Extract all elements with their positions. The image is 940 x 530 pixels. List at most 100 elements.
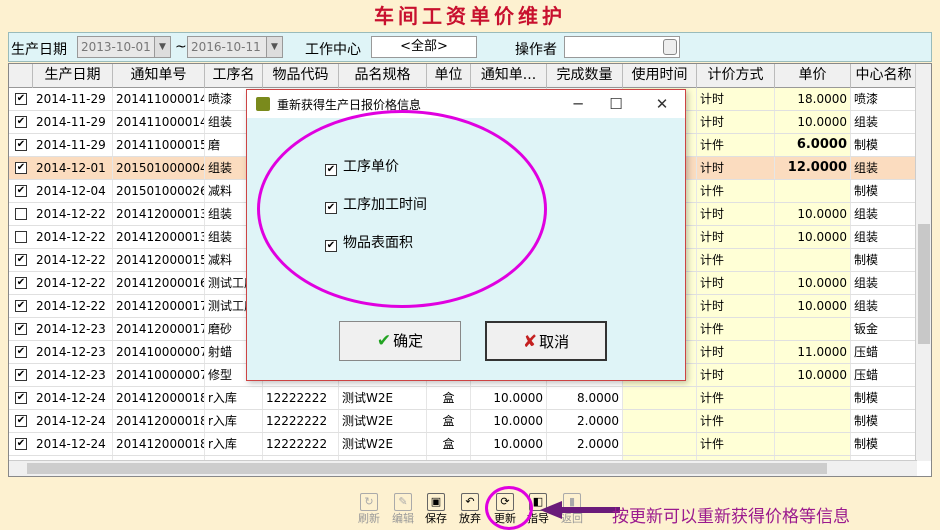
cell-date[interactable]: 2014-12-24 xyxy=(33,410,113,432)
cell-done-qty[interactable]: 2.0000 xyxy=(547,433,623,455)
toolbar-button[interactable]: ↻ 刷新 xyxy=(352,490,386,530)
cell-code[interactable]: 12222222 xyxy=(263,433,339,455)
cell-date[interactable]: 2014-12-22 xyxy=(33,295,113,317)
column-header[interactable]: 中心名称 xyxy=(851,64,917,88)
cell-method[interactable]: 计件 xyxy=(697,249,775,271)
column-header[interactable]: 工序名 xyxy=(205,64,263,88)
column-header[interactable]: 计价方式 xyxy=(697,64,775,88)
toolbar-button[interactable]: ↶ 放弃 xyxy=(453,490,487,530)
cell-date[interactable]: 2014-12-04 xyxy=(33,180,113,202)
cell-notice[interactable]: 201412000017 xyxy=(113,295,205,317)
cell-spec[interactable]: 测试W2E xyxy=(339,410,427,432)
cell-method[interactable]: 计件 xyxy=(697,387,775,409)
cell-center[interactable]: 制模 xyxy=(851,249,917,271)
cell-unit[interactable]: 盒 xyxy=(427,433,471,455)
cell-price[interactable]: 10.0000 xyxy=(775,272,851,294)
table-row[interactable]: ✔ 2014-12-24 201412000018 r入库 12222222 测试W2E 盒… xyxy=(9,410,917,433)
toolbar-button[interactable]: ✎ 编辑 xyxy=(386,490,420,530)
cell-method[interactable]: 计件 xyxy=(697,180,775,202)
cell-price[interactable] xyxy=(775,180,851,202)
row-checkbox[interactable]: ✔ xyxy=(15,346,27,358)
cell-date[interactable]: 2014-12-23 xyxy=(33,318,113,340)
row-checkbox[interactable]: ✔ xyxy=(15,300,27,312)
cell-date[interactable]: 2014-12-22 xyxy=(33,272,113,294)
cell-price[interactable] xyxy=(775,387,851,409)
row-checkbox[interactable]: ✔ xyxy=(15,415,27,427)
cell-notice[interactable]: 201410000007 xyxy=(113,364,205,386)
toolbar-button[interactable]: ▣ 保存 xyxy=(419,490,453,530)
cell-date[interactable]: 2014-12-24 xyxy=(33,433,113,455)
cell-method[interactable]: 计件 xyxy=(697,410,775,432)
cell-method[interactable]: 计时 xyxy=(697,272,775,294)
ok-button[interactable]: ✔ 确定 xyxy=(339,321,461,361)
cell-center[interactable]: 制模 xyxy=(851,387,917,409)
cell-time[interactable] xyxy=(623,387,697,409)
date-to-combo[interactable]: 2016-10-11 ▼ xyxy=(187,36,283,58)
scroll-thumb[interactable] xyxy=(918,224,930,344)
cell-price[interactable] xyxy=(775,249,851,271)
operator-field[interactable] xyxy=(564,36,680,58)
column-header[interactable]: 通知单号 xyxy=(113,64,205,88)
cell-price[interactable]: 10.0000 xyxy=(775,111,851,133)
table-row[interactable]: ✔ 2014-12-24 201412000018 r入库 12222222 测试W2E 盒… xyxy=(9,387,917,410)
cell-method[interactable]: 计时 xyxy=(697,111,775,133)
lookup-icon[interactable] xyxy=(663,39,677,55)
cell-notice-qty[interactable]: 10.0000 xyxy=(471,387,547,409)
cell-price[interactable] xyxy=(775,433,851,455)
row-checkbox[interactable]: ✔ xyxy=(15,93,27,105)
cell-method[interactable]: 计时 xyxy=(697,341,775,363)
cell-notice[interactable]: 201410000007 xyxy=(113,341,205,363)
cell-price[interactable] xyxy=(775,410,851,432)
cell-method[interactable]: 计时 xyxy=(697,157,775,179)
cell-center[interactable]: 制模 xyxy=(851,134,917,156)
cell-center[interactable]: 压蜡 xyxy=(851,364,917,386)
cell-unit[interactable]: 盒 xyxy=(427,387,471,409)
workcenter-field[interactable]: <全部> xyxy=(371,36,477,58)
row-checkbox[interactable] xyxy=(15,231,27,243)
cell-center[interactable]: 组装 xyxy=(851,157,917,179)
cell-code[interactable]: 12222222 xyxy=(263,387,339,409)
date-from-combo[interactable]: 2013-10-01 ▼ xyxy=(77,36,171,58)
cell-date[interactable]: 2014-12-22 xyxy=(33,203,113,225)
cell-date[interactable]: 2014-11-29 xyxy=(33,111,113,133)
cell-time[interactable] xyxy=(623,433,697,455)
chevron-down-icon[interactable]: ▼ xyxy=(154,37,170,57)
cell-done-qty[interactable]: 2.0000 xyxy=(547,410,623,432)
cancel-button[interactable]: ✘ 取消 xyxy=(485,321,607,361)
cell-center[interactable]: 组装 xyxy=(851,203,917,225)
cell-date[interactable]: 2014-11-29 xyxy=(33,88,113,110)
row-checkbox[interactable]: ✔ xyxy=(15,323,27,335)
cell-unit[interactable]: 盒 xyxy=(427,410,471,432)
cell-price[interactable]: 10.0000 xyxy=(775,226,851,248)
cell-method[interactable]: 计件 xyxy=(697,433,775,455)
cell-method[interactable]: 计件 xyxy=(697,318,775,340)
cell-done-qty[interactable]: 8.0000 xyxy=(547,387,623,409)
cell-price[interactable]: 6.0000 xyxy=(775,134,851,156)
column-header[interactable]: 通知单... xyxy=(471,64,547,88)
cell-center[interactable]: 组装 xyxy=(851,295,917,317)
cell-center[interactable]: 组装 xyxy=(851,226,917,248)
cell-notice[interactable]: 201412000018 xyxy=(113,433,205,455)
cell-date[interactable]: 2014-12-22 xyxy=(33,226,113,248)
cell-notice[interactable]: 201411000014 xyxy=(113,111,205,133)
cell-price[interactable]: 10.0000 xyxy=(775,364,851,386)
cell-date[interactable]: 2014-12-22 xyxy=(33,249,113,271)
cell-center[interactable]: 组装 xyxy=(851,111,917,133)
row-checkbox[interactable]: ✔ xyxy=(15,438,27,450)
cell-code[interactable]: 12222222 xyxy=(263,410,339,432)
cell-center[interactable]: 制模 xyxy=(851,433,917,455)
cell-method[interactable]: 计时 xyxy=(697,88,775,110)
cell-price[interactable]: 18.0000 xyxy=(775,88,851,110)
cell-notice-qty[interactable]: 10.0000 xyxy=(471,433,547,455)
cell-notice[interactable]: 201501000026 xyxy=(113,180,205,202)
row-checkbox[interactable]: ✔ xyxy=(15,254,27,266)
cell-date[interactable]: 2014-12-01 xyxy=(33,157,113,179)
cell-notice[interactable]: 201412000018 xyxy=(113,410,205,432)
row-checkbox[interactable]: ✔ xyxy=(15,185,27,197)
scroll-thumb[interactable] xyxy=(27,463,827,474)
row-checkbox[interactable]: ✔ xyxy=(15,139,27,151)
cell-price[interactable]: 10.0000 xyxy=(775,203,851,225)
row-checkbox[interactable]: ✔ xyxy=(15,392,27,404)
cell-notice[interactable]: 201412000013 xyxy=(113,226,205,248)
cell-time[interactable] xyxy=(623,410,697,432)
